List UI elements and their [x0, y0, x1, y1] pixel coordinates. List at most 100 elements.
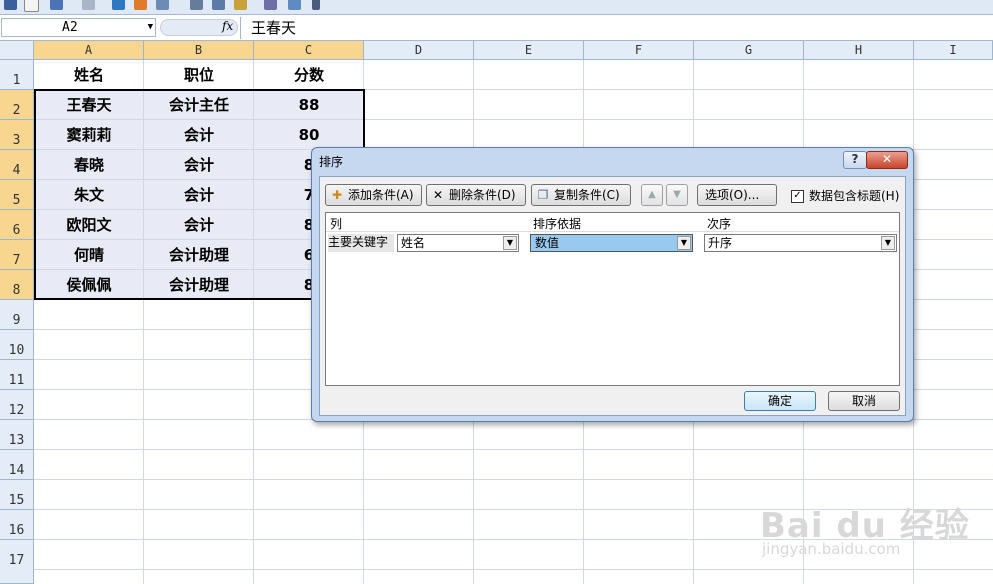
add-icon: ✚ [331, 188, 343, 202]
column-heading: 列 [330, 217, 343, 231]
quick-access-toolbar [0, 0, 993, 14]
form-icon[interactable] [190, 0, 203, 10]
formula-input[interactable]: 王春天 [240, 17, 993, 39]
chevron-down-icon[interactable]: ▼ [881, 236, 895, 250]
primary-key-label: 主要关键字 [328, 234, 394, 252]
cell-b1[interactable]: 职位 [144, 60, 254, 90]
copy-icon: ❐ [537, 188, 549, 202]
row-number: 13 [8, 433, 25, 448]
format-painter-icon[interactable] [234, 0, 247, 10]
row-header-2[interactable]: 2 [0, 90, 34, 120]
row-header-16[interactable]: 16 [0, 510, 34, 540]
column-header-h[interactable]: H [804, 41, 914, 60]
row-header-13[interactable]: 13 [0, 420, 34, 450]
row-header-8[interactable]: 8 [0, 270, 34, 300]
column-header-i[interactable]: I [914, 41, 993, 60]
row-header-6[interactable]: 6 [0, 210, 34, 240]
delete-icon: ✕ [432, 188, 444, 202]
chart-icon[interactable] [134, 0, 147, 10]
new-document-icon[interactable] [24, 0, 39, 12]
row-header-12[interactable]: 12 [0, 390, 34, 420]
name-box[interactable]: A2 ▼ [1, 18, 156, 37]
row-header-3[interactable]: 3 [0, 120, 34, 150]
row-number: 15 [8, 493, 25, 508]
copy-condition-label: 复制条件(C) [554, 188, 620, 202]
watermark-url: jingyan.baidu.com [762, 540, 901, 558]
name-box-value: A2 [62, 20, 78, 35]
cell-a1[interactable]: 姓名 [34, 60, 144, 90]
sort-levels-list: 列 排序依据 次序 主要关键字 姓名 ▼ 数值 ▼ 升序 ▼ [325, 212, 900, 386]
row-number: 7 [12, 253, 21, 268]
has-header-label: 数据包含标题(H) [809, 189, 900, 203]
chevron-down-icon[interactable]: ▼ [503, 236, 517, 250]
order-select[interactable]: 升序 ▼ [704, 234, 897, 252]
row-header-1[interactable]: 1 [0, 60, 34, 90]
order-select-value: 升序 [708, 236, 733, 250]
print-preview-icon[interactable] [288, 0, 301, 10]
row-number: 6 [12, 223, 21, 238]
delete-condition-button[interactable]: ✕ 删除条件(D) [426, 184, 526, 206]
move-up-button[interactable]: ▲ [641, 184, 663, 206]
insert-function-icon[interactable]: fx [222, 19, 233, 33]
add-condition-label: 添加条件(A) [348, 188, 414, 202]
sort-on-select[interactable]: 数值 ▼ [530, 234, 693, 252]
add-condition-button[interactable]: ✚ 添加条件(A) [325, 184, 422, 206]
header-separator [326, 231, 899, 232]
dialog-title: 排序 [319, 155, 344, 169]
spell-check-icon[interactable] [264, 0, 277, 10]
ok-button[interactable]: 确定 [744, 391, 816, 411]
cell-c1[interactable]: 分数 [254, 60, 364, 90]
draw-icon[interactable] [156, 0, 169, 10]
order-heading: 次序 [707, 217, 732, 231]
row-header-10[interactable]: 10 [0, 330, 34, 360]
select-all-corner[interactable] [0, 41, 34, 60]
refresh-icon[interactable] [112, 0, 125, 10]
customize-toolbar-icon[interactable] [312, 0, 320, 10]
column-header-d[interactable]: D [364, 41, 474, 60]
row-number: 14 [8, 463, 25, 478]
column-header-c[interactable]: C [254, 41, 364, 60]
row-number: 16 [8, 523, 25, 538]
row-header-7[interactable]: 7 [0, 240, 34, 270]
delete-condition-label: 删除条件(D) [449, 188, 516, 202]
row-header-11[interactable]: 11 [0, 360, 34, 390]
sort-on-heading: 排序依据 [533, 217, 582, 231]
sort-dialog: 排序 ? ✕ ✚ 添加条件(A) ✕ 删除条件(D) ❐ 复制条件(C) ▲ ▼… [311, 147, 914, 422]
has-header-checkbox[interactable]: ✓ [791, 190, 804, 203]
row-header-5[interactable]: 5 [0, 180, 34, 210]
row-header-15[interactable]: 15 [0, 480, 34, 510]
row-header-4[interactable]: 4 [0, 150, 34, 180]
row-number: 2 [12, 103, 21, 118]
row-number: 10 [8, 343, 25, 358]
column-select-value: 姓名 [401, 236, 426, 250]
row-header-17[interactable]: 17 [0, 540, 34, 584]
chevron-down-icon[interactable]: ▼ [677, 236, 691, 250]
arrow-up-icon: ▲ [648, 189, 656, 200]
column-header-e[interactable]: E [474, 41, 584, 60]
column-select[interactable]: 姓名 ▼ [397, 234, 519, 252]
redo-icon[interactable] [82, 0, 95, 10]
row-number: 1 [12, 73, 21, 88]
column-header-b[interactable]: B [144, 41, 254, 60]
chevron-down-icon[interactable]: ▼ [148, 19, 153, 36]
help-button[interactable]: ? [843, 151, 867, 169]
close-button[interactable]: ✕ [866, 151, 908, 169]
options-button[interactable]: 选项(O)... [697, 184, 777, 206]
copy-condition-button[interactable]: ❐ 复制条件(C) [531, 184, 631, 206]
row-header-9[interactable]: 9 [0, 300, 34, 330]
row-number: 4 [12, 163, 21, 178]
undo-icon[interactable] [50, 0, 63, 10]
move-down-button[interactable]: ▼ [666, 184, 688, 206]
table-icon[interactable] [212, 0, 225, 10]
column-header-f[interactable]: F [584, 41, 694, 60]
row-number: 8 [12, 283, 21, 298]
row-header-14[interactable]: 14 [0, 450, 34, 480]
save-icon[interactable] [4, 0, 17, 10]
column-header-a[interactable]: A [34, 41, 144, 60]
cancel-button[interactable]: 取消 [828, 391, 900, 411]
sort-on-select-value: 数值 [534, 235, 561, 251]
row-number: 12 [8, 403, 25, 418]
row-number: 11 [8, 373, 25, 388]
row-number: 9 [12, 313, 21, 328]
column-header-g[interactable]: G [694, 41, 804, 60]
